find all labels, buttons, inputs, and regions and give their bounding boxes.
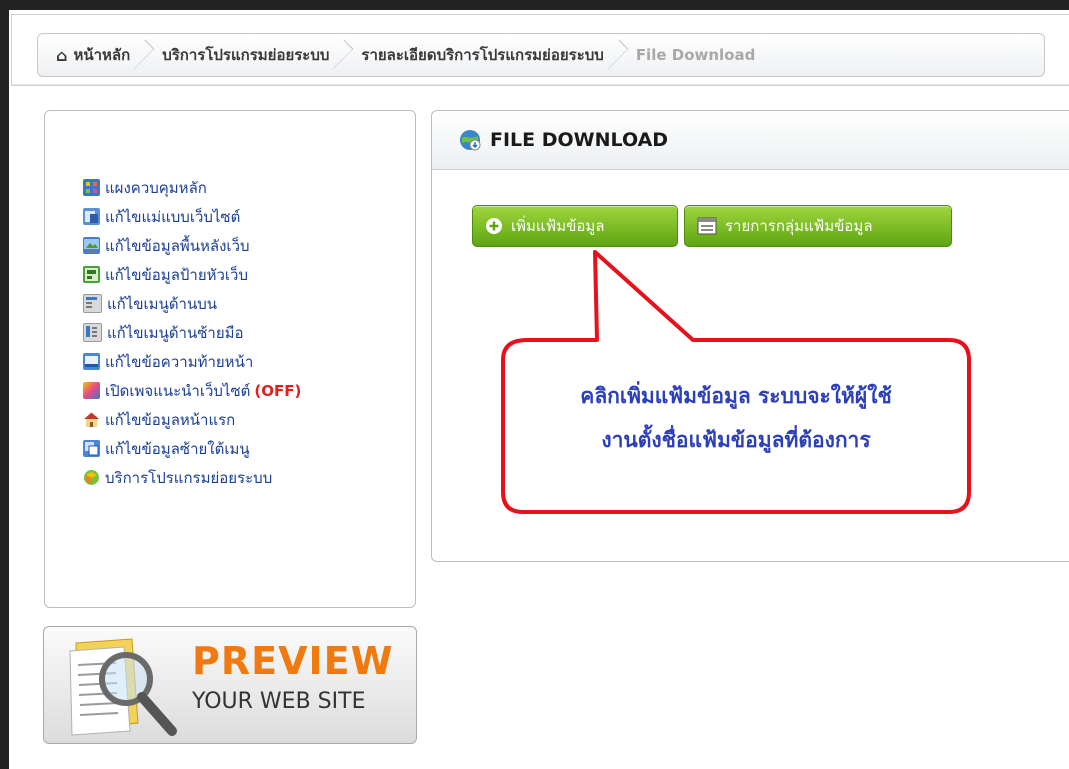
status-badge: (OFF) — [254, 381, 302, 400]
sidebar-item-label: แก้ไขข้อความท้ายหน้า — [105, 352, 254, 371]
breadcrumb-current-label: File Download — [635, 46, 756, 64]
callout-line-2: งานตั้งชื่อแฟ้มข้อมูลที่ต้องการ — [601, 428, 871, 452]
breadcrumb-home[interactable]: ⌂ หน้าหลัก — [38, 34, 155, 76]
template-icon — [83, 208, 100, 225]
banner-icon — [83, 266, 100, 283]
preview-website-button[interactable]: PREVIEW YOUR WEB SITE — [43, 626, 417, 744]
sidebar-item-label: เปิดเพจแนะนำเว็บไซต์ — [105, 381, 251, 400]
plus-circle-icon — [486, 218, 502, 234]
top-menu-icon — [83, 294, 102, 313]
panel-title: FILE DOWNLOAD — [490, 129, 669, 151]
left-menu-icon — [83, 323, 102, 342]
sidebar-item-recommend[interactable]: เปิดเพจแนะนำเว็บไซต์ (OFF) — [83, 376, 301, 405]
globe-download-icon — [460, 130, 481, 151]
footer-icon — [83, 353, 100, 370]
folder-group-list-button[interactable]: รายการกลุ่มแฟ้มข้อมูล — [684, 205, 952, 247]
breadcrumb-current: File Download — [622, 34, 774, 76]
breadcrumb-home-label: หน้าหลัก — [73, 46, 131, 64]
dashboard-icon — [83, 179, 100, 196]
sidebar-item-label: แผงควบคุมหลัก — [105, 178, 207, 197]
sidebar-item-label: แก้ไขข้อมูลหน้าแรก — [105, 410, 236, 429]
sidebar-item-home-page[interactable]: แก้ไขข้อมูลหน้าแรก — [83, 405, 301, 434]
breadcrumb-services-label: บริการโปรแกรมย่อยระบบ — [162, 46, 330, 64]
window-left-border — [0, 0, 9, 769]
breadcrumb-details-label: รายละเอียดบริการโปรแกรมย่อยระบบ — [361, 46, 604, 64]
magnifier-document-icon — [69, 638, 177, 736]
breadcrumb: ⌂ หน้าหลัก บริการโปรแกรมย่อยระบบ รายละเอ… — [37, 33, 1045, 77]
left-under-menu-icon — [83, 440, 100, 457]
breadcrumb-services[interactable]: บริการโปรแกรมย่อยระบบ — [148, 34, 354, 76]
callout-line-1: คลิกเพิ่มแฟ้มข้อมูล ระบบจะให้ผู้ใช้ — [580, 384, 892, 408]
sidebar-menu-box: แผงควบคุมหลัก แก้ไขแม่แบบเว็บไซต์ แก้ไขข… — [44, 110, 416, 608]
list-window-icon — [697, 217, 717, 235]
sidebar-item-label: แก้ไขเมนูด้านบน — [107, 294, 218, 313]
sidebar-item-label: แก้ไขข้อมูลป้ายหัวเว็บ — [105, 265, 249, 284]
folder-group-list-label: รายการกลุ่มแฟ้มข้อมูล — [725, 217, 873, 235]
add-folder-button[interactable]: เพิ่มแฟ้มข้อมูล — [472, 205, 678, 247]
window-top-border — [0, 0, 1069, 10]
preview-title: PREVIEW — [192, 639, 394, 683]
panel-header: FILE DOWNLOAD — [432, 111, 1069, 170]
sidebar-item-left-under-menu[interactable]: แก้ไขข้อมูลซ้ายใต้เมนู — [83, 434, 301, 463]
services-icon — [83, 469, 100, 486]
background-icon — [83, 237, 100, 254]
home-icon — [83, 411, 100, 428]
sidebar-item-label: บริการโปรแกรมย่อยระบบ — [105, 468, 273, 487]
sidebar-item-label: แก้ไขข้อมูลซ้ายใต้เมนู — [105, 439, 250, 458]
home-icon: ⌂ — [56, 45, 68, 65]
sidebar-item-template[interactable]: แก้ไขแม่แบบเว็บไซต์ — [83, 202, 301, 231]
sidebar-item-background[interactable]: แก้ไขข้อมูลพื้นหลังเว็บ — [83, 231, 301, 260]
sidebar-item-top-menu[interactable]: แก้ไขเมนูด้านบน — [83, 289, 301, 318]
breadcrumb-service-details[interactable]: รายละเอียดบริการโปรแกรมย่อยระบบ — [347, 34, 629, 76]
sidebar-menu: แผงควบคุมหลัก แก้ไขแม่แบบเว็บไซต์ แก้ไขข… — [83, 173, 301, 492]
sidebar-item-banner[interactable]: แก้ไขข้อมูลป้ายหัวเว็บ — [83, 260, 301, 289]
recommend-icon — [83, 382, 100, 399]
sidebar-item-dashboard[interactable]: แผงควบคุมหลัก — [83, 173, 301, 202]
sidebar-item-label: แก้ไขข้อมูลพื้นหลังเว็บ — [105, 236, 250, 255]
sidebar-item-label: แก้ไขแม่แบบเว็บไซต์ — [105, 207, 241, 226]
add-folder-label: เพิ่มแฟ้มข้อมูล — [511, 217, 605, 235]
sidebar-item-services[interactable]: บริการโปรแกรมย่อยระบบ — [83, 463, 301, 492]
sidebar-item-footer[interactable]: แก้ไขข้อความท้ายหน้า — [83, 347, 301, 376]
preview-subtitle: YOUR WEB SITE — [192, 689, 366, 714]
sidebar-item-label: แก้ไขเมนูด้านซ้ายมือ — [107, 323, 244, 342]
callout-text: คลิกเพิ่มแฟ้มข้อมูล ระบบจะให้ผู้ใช้ งานต… — [502, 374, 970, 462]
sidebar-item-left-menu[interactable]: แก้ไขเมนูด้านซ้ายมือ — [83, 318, 301, 347]
